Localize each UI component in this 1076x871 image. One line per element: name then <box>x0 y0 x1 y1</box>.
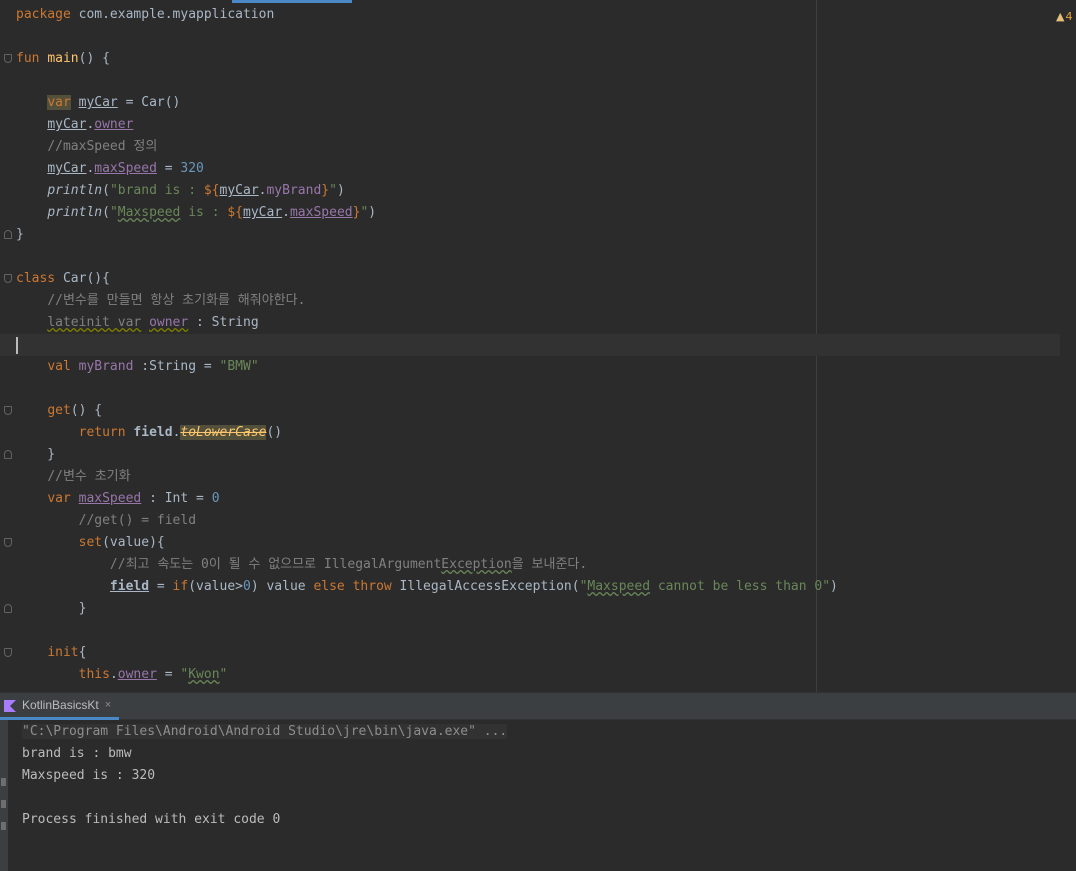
code-line[interactable]: } <box>4 598 1060 620</box>
console-line: Process finished with exit code 0 <box>22 812 281 827</box>
tool-button[interactable] <box>1 822 6 830</box>
fold-icon[interactable] <box>4 406 12 415</box>
code-area[interactable]: package com.example.myapplication fun ma… <box>0 4 1060 686</box>
tool-button[interactable] <box>1 800 6 808</box>
fold-icon[interactable] <box>4 54 12 63</box>
fold-icon[interactable] <box>4 230 12 239</box>
code-line[interactable]: return field.toLowerCase() <box>16 422 1060 444</box>
close-icon[interactable]: × <box>105 699 111 711</box>
code-line[interactable]: this.owner = "Kwon" <box>16 664 1060 686</box>
code-line[interactable] <box>16 26 1060 48</box>
fold-icon[interactable] <box>4 274 12 283</box>
code-line[interactable]: } <box>4 224 1060 246</box>
warning-count: 4 <box>1065 10 1073 23</box>
kotlin-icon <box>4 700 16 712</box>
code-line[interactable]: set(value){ <box>4 532 1060 554</box>
code-line[interactable]: package com.example.myapplication <box>16 4 1060 26</box>
code-line[interactable]: //최고 속도는 0이 될 수 없으므로 IllegalArgumentExce… <box>16 554 1060 576</box>
code-editor[interactable]: ▲4 package com.example.myapplication fun… <box>0 0 1076 692</box>
console-line: Maxspeed is : 320 <box>22 768 156 783</box>
code-line[interactable]: init{ <box>4 642 1060 664</box>
run-tab-bar: KotlinBasicsKt × <box>0 693 1076 720</box>
code-line[interactable] <box>16 70 1060 92</box>
run-toolbar[interactable] <box>0 720 8 871</box>
console-line: brand is : bmw <box>22 746 132 761</box>
code-line[interactable]: var myCar = Car() <box>16 92 1060 114</box>
code-line[interactable] <box>16 378 1060 400</box>
console-line: "C:\Program Files\Android\Android Studio… <box>22 724 508 739</box>
code-line[interactable]: } <box>4 444 1060 466</box>
run-tool-window[interactable]: KotlinBasicsKt × "C:\Program Files\Andro… <box>0 692 1076 871</box>
code-line[interactable]: fun main() { <box>4 48 1060 70</box>
code-line[interactable]: class Car(){ <box>4 268 1060 290</box>
editor-tab-indicator <box>232 0 352 3</box>
fold-icon[interactable] <box>4 450 12 459</box>
code-line-current[interactable] <box>0 334 1060 356</box>
code-line[interactable]: println("Maxspeed is : ${myCar.maxSpeed}… <box>16 202 1060 224</box>
code-line[interactable]: myCar.owner <box>16 114 1060 136</box>
code-line[interactable]: //maxSpeed 정의 <box>16 136 1060 158</box>
error-stripe[interactable] <box>1060 0 1076 692</box>
run-tab-label: KotlinBasicsKt <box>22 698 99 712</box>
code-line[interactable]: field = if(value>0) value else throw Ill… <box>16 576 1060 598</box>
code-line[interactable]: //변수 초기화 <box>16 466 1060 488</box>
code-line[interactable]: lateinit var owner : String <box>16 312 1060 334</box>
fold-icon[interactable] <box>4 604 12 613</box>
code-line[interactable] <box>16 246 1060 268</box>
code-line[interactable]: var maxSpeed : Int = 0 <box>16 488 1060 510</box>
code-line[interactable]: get() { <box>4 400 1060 422</box>
code-line[interactable]: println("brand is : ${myCar.myBrand}") <box>16 180 1060 202</box>
fold-icon[interactable] <box>4 538 12 547</box>
code-line[interactable]: val myBrand :String = "BMW" <box>16 356 1060 378</box>
code-line[interactable] <box>16 620 1060 642</box>
code-line[interactable]: //변수를 만들면 항상 초기화를 해줘야한다. <box>16 290 1060 312</box>
fold-icon[interactable] <box>4 648 12 657</box>
text-caret <box>16 337 18 354</box>
tool-button[interactable] <box>1 778 6 786</box>
console-output[interactable]: "C:\Program Files\Android\Android Studio… <box>22 721 508 831</box>
code-line[interactable]: //get() = field <box>16 510 1060 532</box>
code-line[interactable]: myCar.maxSpeed = 320 <box>16 158 1060 180</box>
run-tab-kotlinbasics[interactable]: KotlinBasicsKt × <box>0 693 120 720</box>
